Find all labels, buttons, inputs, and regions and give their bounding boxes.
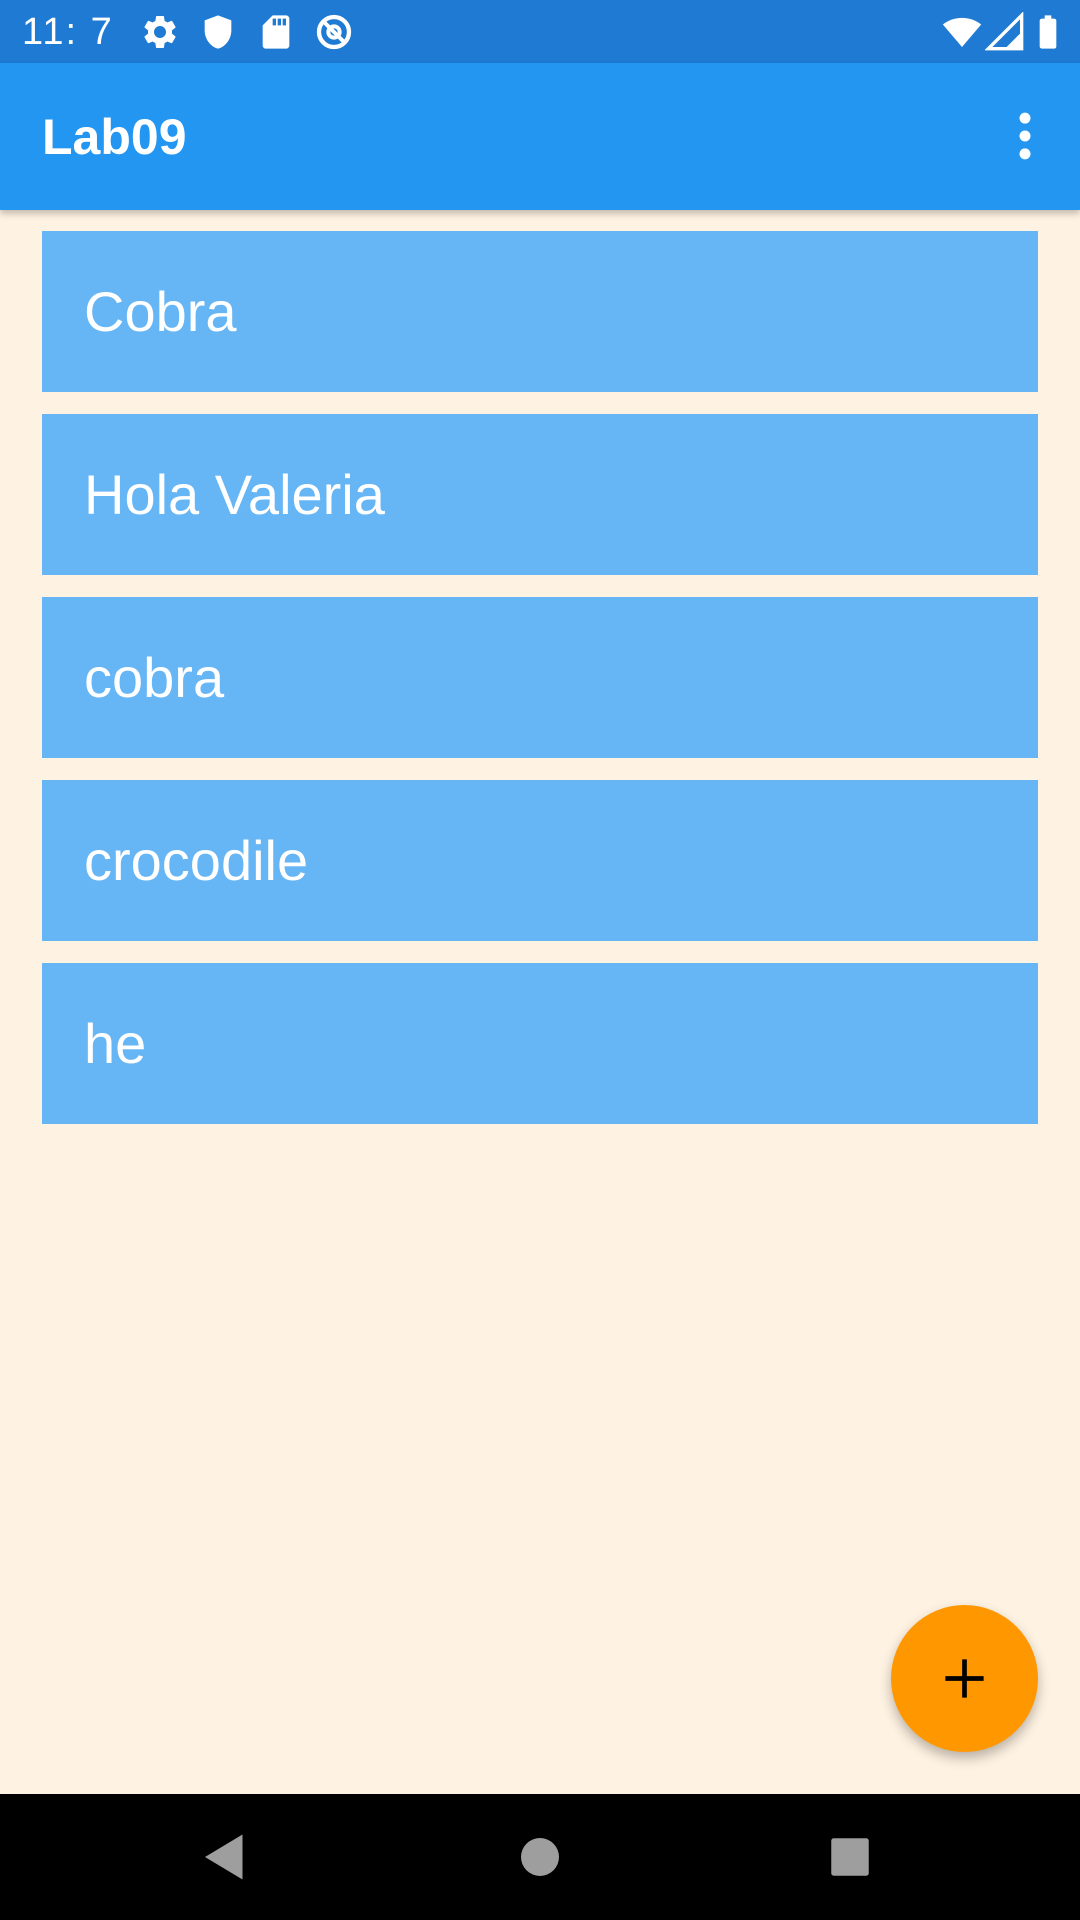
add-fab-button[interactable] — [891, 1605, 1038, 1752]
list-item-label: cobra — [84, 646, 225, 709]
list-item-label: Hola Valeria — [84, 463, 385, 526]
home-icon[interactable] — [510, 1827, 570, 1887]
plus-icon — [945, 1659, 984, 1698]
list-item-label: Cobra — [84, 280, 237, 343]
list-item-label: he — [84, 1012, 147, 1075]
list-item[interactable]: cobra — [42, 597, 1038, 758]
sd-card-icon — [256, 12, 296, 52]
list-item[interactable]: Hola Valeria — [42, 414, 1038, 575]
recents-icon[interactable] — [820, 1827, 880, 1887]
back-icon[interactable] — [195, 1827, 255, 1887]
app-bar: Lab09 — [0, 63, 1080, 210]
list-item[interactable]: he — [42, 963, 1038, 1124]
list-item-label: crocodile — [84, 829, 309, 892]
more-vert-icon[interactable] — [992, 103, 1058, 169]
app-title: Lab09 — [42, 109, 187, 165]
item-list: Cobra Hola Valeria cobra crocodile he — [42, 231, 1038, 1146]
status-bar: 11: 7 — [0, 0, 1080, 63]
wifi-icon — [942, 12, 982, 52]
shield-icon — [198, 12, 238, 52]
list-item[interactable]: crocodile — [42, 780, 1038, 941]
list-item[interactable]: Cobra — [42, 231, 1038, 392]
battery-icon — [1028, 12, 1068, 52]
at-sign-icon — [314, 12, 354, 52]
settings-icon — [140, 12, 180, 52]
signal-icon — [985, 12, 1025, 52]
system-nav-bar — [0, 1794, 1080, 1920]
status-time: 11: 7 — [22, 11, 114, 53]
